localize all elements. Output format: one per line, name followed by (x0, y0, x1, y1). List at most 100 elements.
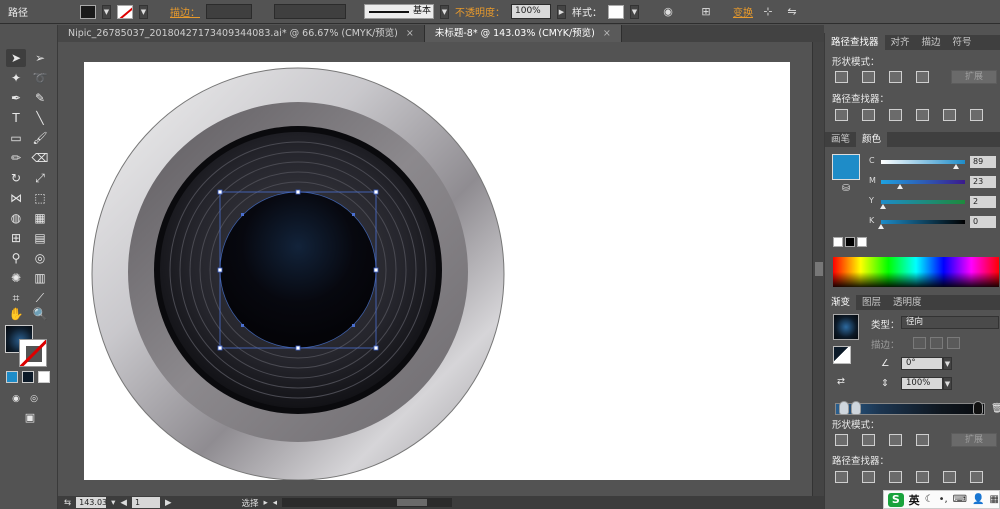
minus-front-icon[interactable] (862, 71, 875, 83)
slider-knob-icon[interactable] (952, 164, 959, 169)
grid-icon[interactable]: ▦ (990, 494, 999, 505)
prev-artboard-icon[interactable]: ◀ (120, 498, 127, 508)
width-tool-icon[interactable]: ⋈ (6, 189, 26, 207)
reverse-gradient-icon[interactable]: ⇄ (837, 376, 845, 387)
style-dropdown-icon[interactable]: ▼ (630, 4, 639, 19)
gradient-type-select[interactable]: 径向 (901, 316, 999, 329)
tab-layers[interactable]: 图层 (856, 295, 887, 310)
trim-icon[interactable] (862, 471, 875, 483)
tab-untitled-8[interactable]: 未标题-8* @ 143.03% (CMYK/预览) × (424, 25, 622, 42)
trim-icon[interactable] (862, 109, 875, 121)
gradient-preview[interactable] (833, 314, 859, 340)
slider-knob-icon[interactable] (878, 224, 884, 229)
crop-icon[interactable] (916, 471, 929, 483)
scale-tool-icon[interactable]: ⤢ (30, 169, 50, 187)
slider-c[interactable]: C 89 (867, 156, 1000, 169)
rotate-tool-icon[interactable]: ↻ (6, 169, 26, 187)
slider-k[interactable]: K 0 (867, 216, 1000, 229)
close-icon[interactable]: × (603, 28, 611, 39)
tab-color[interactable]: 颜色 (856, 132, 888, 147)
slider-track[interactable] (881, 220, 965, 224)
exclude-icon[interactable] (916, 71, 929, 83)
stroke-none-swatch[interactable] (117, 4, 133, 19)
tab-pathfinder[interactable]: 路径查找器 (825, 35, 885, 50)
tab-stroke[interactable]: 描边 (916, 35, 947, 50)
color-spectrum[interactable] (833, 257, 999, 287)
stroke-weight-field[interactable] (206, 4, 252, 19)
ime-toolbar[interactable]: S 英 ☾ •, ⌨ 👤 ▦ (883, 490, 1000, 509)
channel-value[interactable]: 0 (970, 216, 996, 228)
user-icon[interactable]: 👤 (972, 494, 984, 505)
divide-icon[interactable] (835, 109, 848, 121)
none-swatch-icon[interactable] (833, 237, 843, 247)
mesh-tool-icon[interactable]: ⊞ (6, 229, 26, 247)
stroke-across-icon[interactable] (947, 337, 960, 349)
none-mode-icon[interactable] (38, 371, 50, 383)
expand-button[interactable]: 扩展 (951, 70, 997, 84)
align-grid-icon[interactable]: ⊞ (697, 4, 715, 20)
slider-knob-icon[interactable] (879, 204, 886, 209)
artboard-field[interactable]: 1 (131, 497, 160, 508)
tab-align[interactable]: 对齐 (885, 35, 916, 50)
slider-track[interactable] (881, 200, 965, 204)
moon-icon[interactable]: ☾ (925, 494, 934, 505)
recolor-icon[interactable]: ◉ (659, 4, 677, 20)
isolate-icon[interactable]: ⊹ (759, 4, 777, 20)
gradient-stop-left-icon[interactable] (839, 401, 849, 415)
graph-tool-icon[interactable]: ▥ (30, 269, 50, 287)
scroll-left-icon[interactable]: ◂ (273, 498, 277, 508)
outline-icon[interactable] (943, 471, 956, 483)
minus-back-icon[interactable] (970, 471, 983, 483)
delete-stop-icon[interactable]: 🗑 (991, 403, 1000, 414)
channel-value[interactable]: 89 (970, 156, 996, 168)
tab-brushes[interactable]: 画笔 (825, 132, 856, 147)
sogou-logo-icon[interactable]: S (888, 492, 904, 507)
fill-stroke-widget[interactable] (5, 325, 49, 367)
punctuation-icon[interactable]: •, (939, 494, 948, 505)
slider-track[interactable] (881, 180, 965, 184)
merge-icon[interactable] (889, 471, 902, 483)
pencil-tool-icon[interactable]: ✏ (6, 149, 26, 167)
lens-artwork[interactable] (84, 62, 790, 480)
crop-icon[interactable] (916, 109, 929, 121)
horizontal-scrollbar[interactable] (282, 498, 453, 507)
outline-icon[interactable] (943, 109, 956, 121)
gradient-stop-right-icon[interactable] (973, 401, 983, 415)
keyboard-icon[interactable]: ⌨ (953, 494, 967, 505)
zoom-dropdown-icon[interactable]: ▾ (111, 498, 115, 508)
shape-builder-tool-icon[interactable]: ◍ (6, 209, 26, 227)
current-color-swatch[interactable] (832, 154, 860, 180)
curvature-tool-icon[interactable]: ✎ (30, 89, 50, 107)
gradient-mode-icon[interactable] (22, 371, 34, 383)
exclude-icon[interactable] (916, 434, 929, 446)
gradient-fill-stroke-icon[interactable] (833, 346, 851, 364)
hand-tool-icon[interactable]: ✋ (6, 305, 26, 323)
direct-selection-tool-icon[interactable]: ➢ (30, 49, 50, 67)
intersect-icon[interactable] (889, 434, 902, 446)
angle-field[interactable]: 0° (901, 357, 943, 370)
angle-dropdown-icon[interactable]: ▼ (943, 357, 952, 370)
aspect-ratio-field[interactable]: 100% (901, 377, 943, 390)
ime-language[interactable]: 英 (909, 492, 920, 508)
unite-icon[interactable] (835, 434, 848, 446)
graphic-style-swatch[interactable] (608, 4, 624, 19)
magic-wand-tool-icon[interactable]: ✦ (6, 69, 26, 87)
zoom-field[interactable]: 143.03 (76, 497, 107, 508)
opacity-field[interactable]: 100% (511, 4, 551, 19)
tab-transparency[interactable]: 透明度 (887, 295, 928, 310)
lasso-tool-icon[interactable]: ➰ (30, 69, 50, 87)
status-arrow-icon[interactable]: ▸ (264, 498, 268, 508)
flip-icon[interactable]: ⇋ (783, 4, 801, 20)
perspective-grid-tool-icon[interactable]: ▦ (30, 209, 50, 227)
aspect-dropdown-icon[interactable]: ▼ (943, 377, 952, 390)
vertical-scrollbar[interactable] (812, 42, 824, 496)
unite-icon[interactable] (835, 71, 848, 83)
screen-mode-icon[interactable]: ▣ (20, 409, 40, 427)
slider-knob-icon[interactable] (897, 184, 904, 189)
next-artboard-icon[interactable]: ▶ (165, 498, 172, 508)
slider-m[interactable]: M 23 (867, 176, 1000, 189)
out-of-gamut-icon[interactable]: ⛁ (842, 183, 850, 194)
color-mode-icon[interactable] (6, 371, 18, 383)
stroke-within-icon[interactable] (913, 337, 926, 349)
tab-nipic-document[interactable]: Nipic_26785037_20180427173409344083.ai* … (58, 25, 425, 42)
